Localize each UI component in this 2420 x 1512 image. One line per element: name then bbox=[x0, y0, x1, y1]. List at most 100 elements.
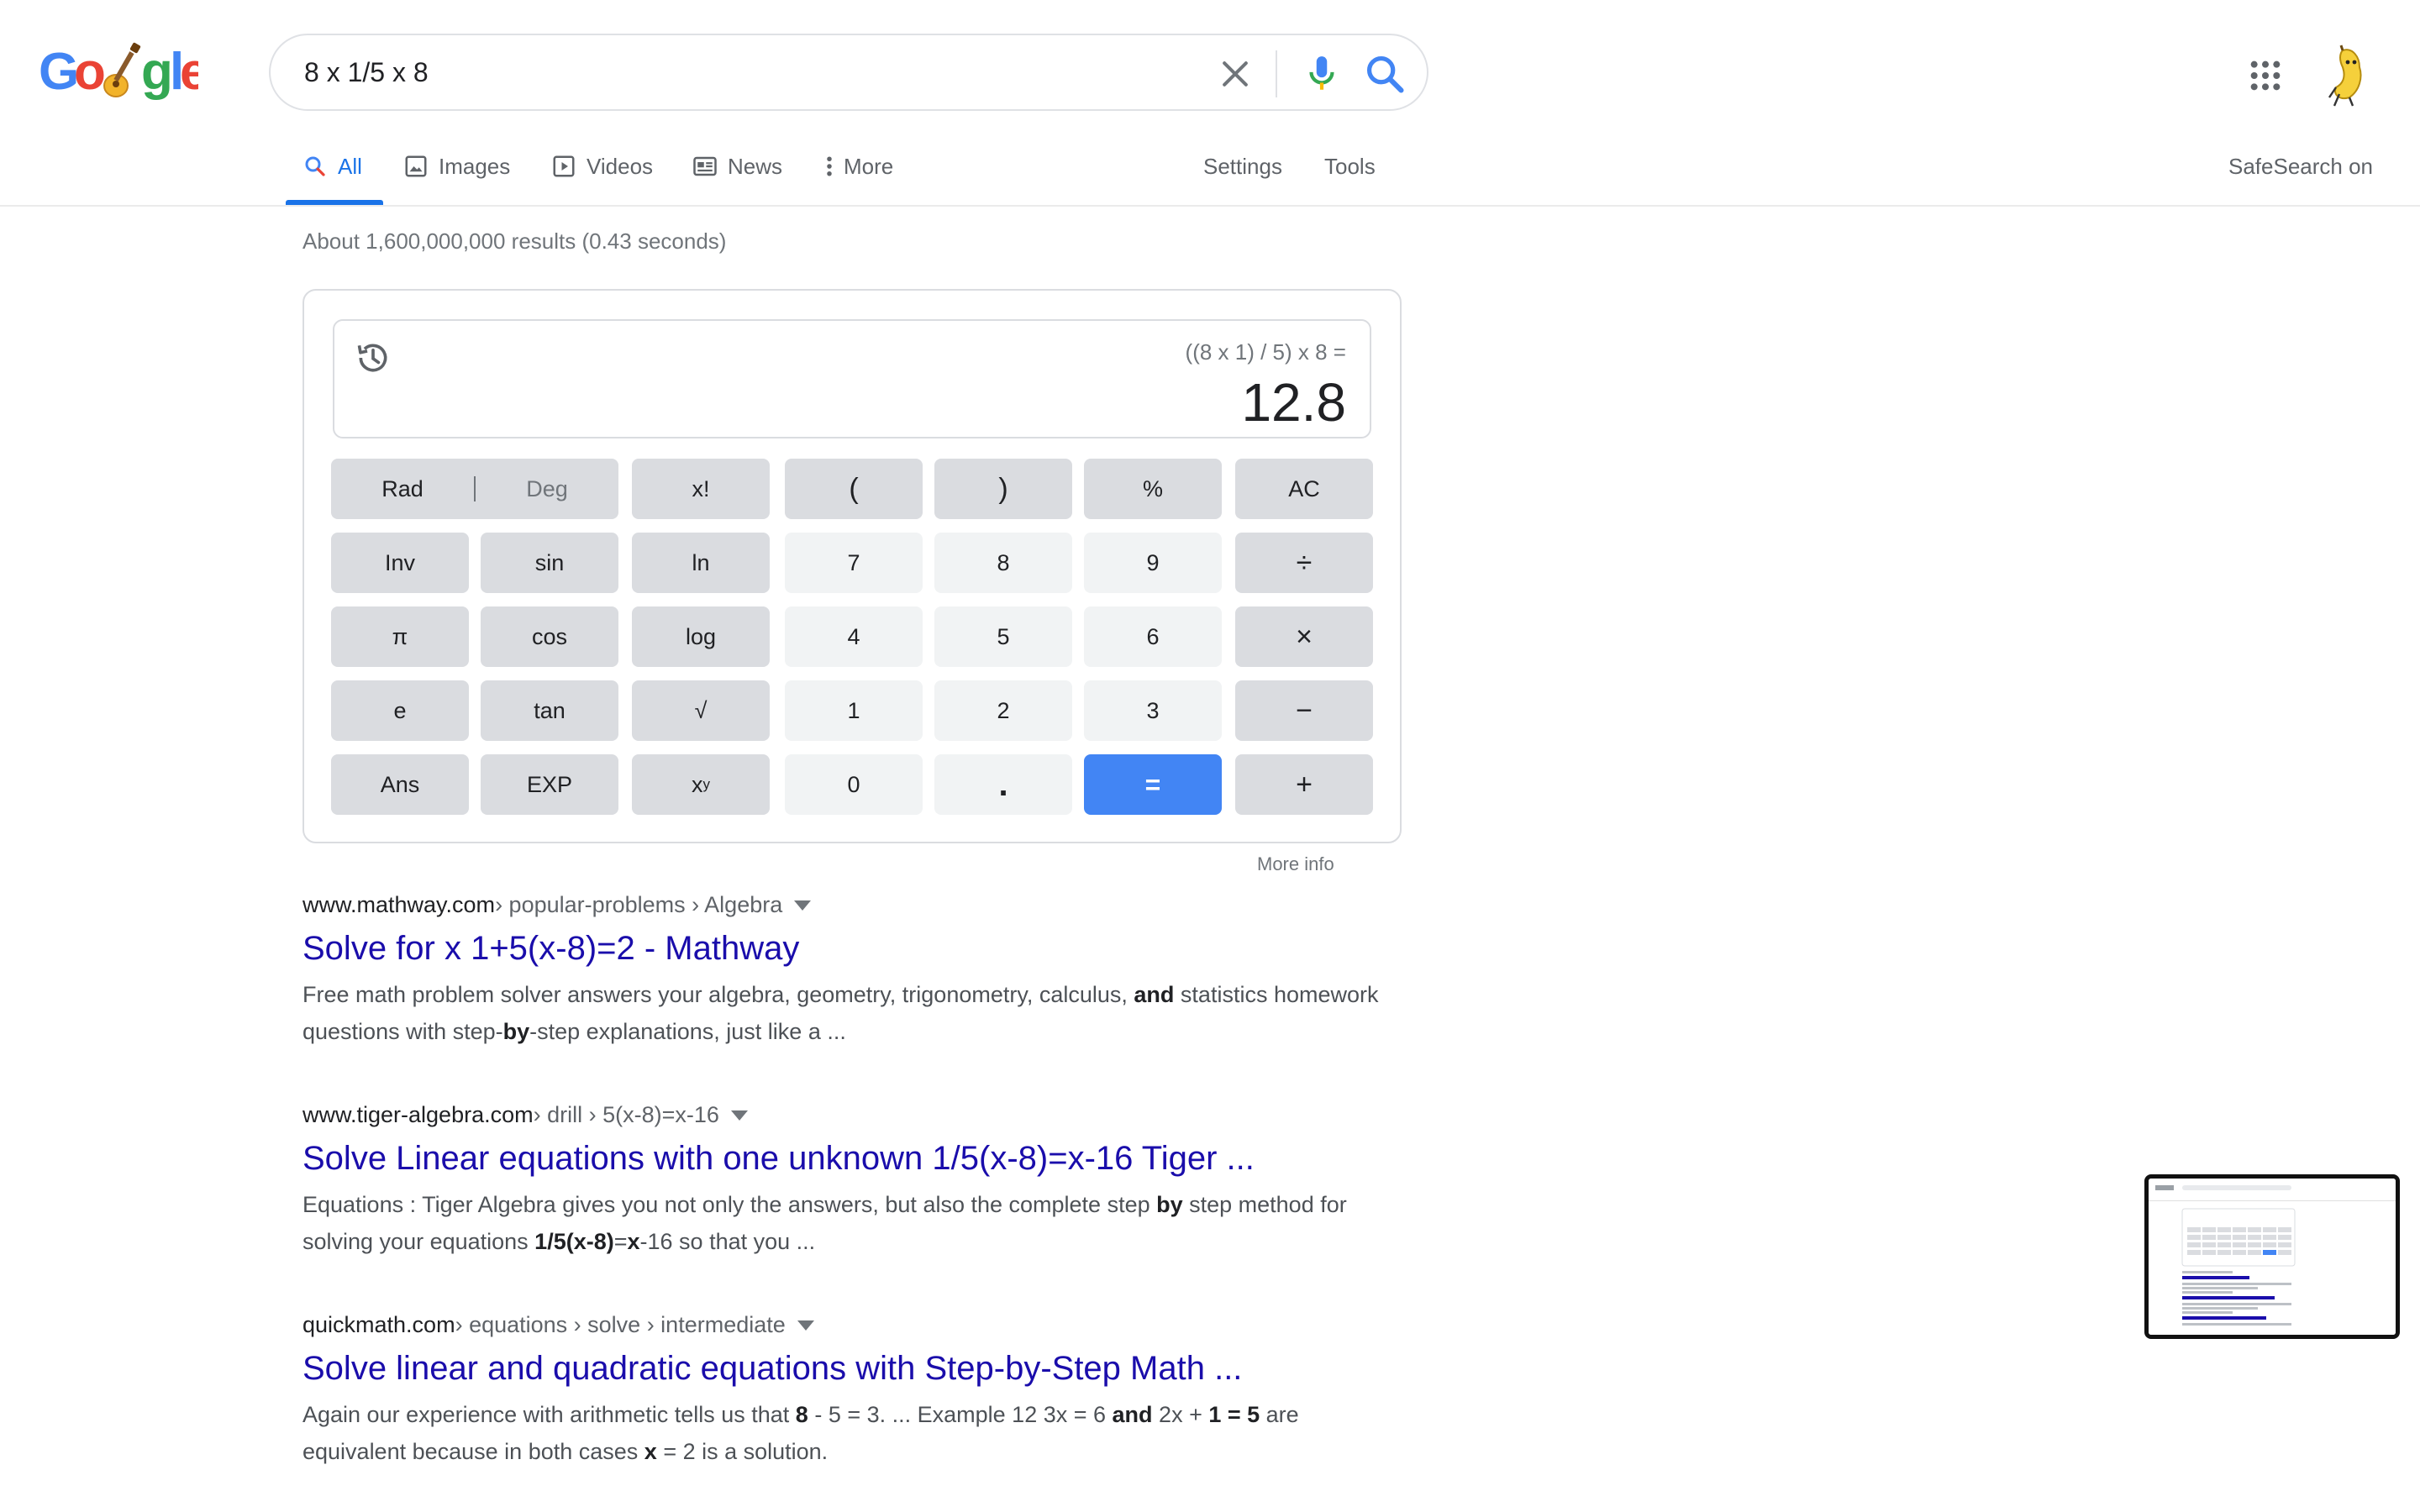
key-e[interactable]: e bbox=[331, 680, 469, 741]
tab-all[interactable]: All bbox=[302, 150, 362, 183]
tab-news[interactable]: News bbox=[692, 150, 782, 183]
snippet-bold-run: 1 = 5 bbox=[1208, 1402, 1260, 1427]
key-open-paren[interactable]: ( bbox=[785, 459, 923, 519]
key-pi[interactable]: π bbox=[331, 606, 469, 667]
key-power[interactable]: xy bbox=[632, 754, 770, 815]
tab-label: Images bbox=[439, 153, 511, 179]
key-exp[interactable]: EXP bbox=[481, 754, 618, 815]
result-title-link[interactable]: Solve for x 1+5(x-8)=2 - Mathway bbox=[302, 930, 1395, 968]
svg-text:o: o bbox=[74, 43, 106, 101]
rad-option[interactable]: Rad bbox=[331, 476, 474, 502]
key-cos[interactable]: cos bbox=[481, 606, 618, 667]
search-box[interactable] bbox=[269, 34, 1428, 111]
key-5[interactable]: 5 bbox=[934, 606, 1072, 667]
result-url[interactable]: www.tiger-algebra.com › drill › 5(x-8)=x… bbox=[302, 1102, 1395, 1128]
snippet-text-run: -step explanations, just like a ... bbox=[529, 1019, 846, 1044]
avatar[interactable] bbox=[2319, 44, 2378, 108]
power-base: x bbox=[692, 771, 703, 797]
result-title-link[interactable]: Solve Linear equations with one unknown … bbox=[302, 1140, 1395, 1178]
result-path: › popular-problems › Algebra bbox=[495, 892, 783, 917]
caret-down-icon[interactable] bbox=[794, 900, 812, 911]
key-7[interactable]: 7 bbox=[785, 533, 923, 593]
deg-option[interactable]: Deg bbox=[476, 476, 618, 502]
key-divide[interactable]: ÷ bbox=[1235, 533, 1373, 593]
key-close-paren[interactable]: ) bbox=[934, 459, 1072, 519]
safesearch-status[interactable]: SafeSearch on bbox=[2228, 150, 2373, 183]
tab-videos[interactable]: Videos bbox=[551, 150, 653, 183]
video-icon bbox=[553, 155, 575, 177]
caret-down-icon[interactable] bbox=[797, 1320, 814, 1331]
snippet-bold-run: and bbox=[1112, 1402, 1153, 1427]
snippet-text-run: -16 so that you ... bbox=[639, 1229, 816, 1254]
history-icon[interactable] bbox=[355, 339, 392, 376]
settings-link[interactable]: Settings bbox=[1203, 150, 1282, 183]
settings-label: Settings bbox=[1203, 153, 1282, 179]
search-input[interactable] bbox=[304, 52, 1144, 92]
tab-images[interactable]: Images bbox=[403, 150, 510, 183]
more-info-link[interactable]: More info bbox=[1257, 853, 1334, 875]
search-divider bbox=[1276, 50, 1277, 97]
key-sqrt[interactable]: √ bbox=[632, 680, 770, 741]
search-icon[interactable] bbox=[1363, 52, 1407, 96]
search-result: www.tiger-algebra.com › drill › 5(x-8)=x… bbox=[302, 1102, 1395, 1260]
tools-link[interactable]: Tools bbox=[1324, 150, 1376, 183]
tab-label: News bbox=[728, 153, 783, 179]
image-icon bbox=[405, 155, 427, 177]
snippet-text-run: Free math problem solver answers your al… bbox=[302, 982, 1134, 1007]
result-url[interactable]: www.mathway.com › popular-problems › Alg… bbox=[302, 892, 1395, 918]
microphone-icon[interactable] bbox=[1301, 52, 1343, 96]
snippet-bold-run: x bbox=[644, 1439, 657, 1464]
google-doodle-logo[interactable]: G o g l e bbox=[39, 42, 198, 101]
result-snippet: Again our experience with arithmetic tel… bbox=[302, 1396, 1395, 1470]
tab-label: All bbox=[338, 153, 362, 179]
svg-text:e: e bbox=[180, 43, 198, 101]
snippet-text-run: - 5 = 3. ... Example 12 3x = 6 bbox=[808, 1402, 1113, 1427]
key-decimal[interactable]: . bbox=[934, 754, 1072, 815]
snippet-text-run: 2x + bbox=[1152, 1402, 1209, 1427]
result-host: quickmath.com bbox=[302, 1312, 455, 1337]
news-icon bbox=[693, 156, 717, 176]
snippet-bold-run: 8 bbox=[795, 1402, 808, 1427]
snippet-bold-run: by bbox=[502, 1019, 530, 1044]
snippet-bold-run: 1/5(x-8) bbox=[534, 1229, 614, 1254]
key-percent[interactable]: % bbox=[1084, 459, 1222, 519]
key-subtract[interactable]: − bbox=[1235, 680, 1373, 741]
snippet-text-run: = bbox=[613, 1229, 628, 1254]
caret-down-icon[interactable] bbox=[730, 1110, 748, 1121]
key-all-clear[interactable]: AC bbox=[1235, 459, 1373, 519]
tab-more[interactable]: More bbox=[823, 150, 893, 183]
result-title-link[interactable]: Solve linear and quadratic equations wit… bbox=[302, 1350, 1395, 1388]
key-6[interactable]: 6 bbox=[1084, 606, 1222, 667]
screenshot-thumbnail[interactable] bbox=[2144, 1174, 2400, 1339]
key-factorial[interactable]: x! bbox=[632, 459, 770, 519]
svg-text:g: g bbox=[141, 43, 173, 101]
key-add[interactable]: + bbox=[1235, 754, 1373, 815]
snippet-bold-run: x bbox=[627, 1229, 640, 1254]
key-equals[interactable]: = bbox=[1084, 754, 1222, 815]
tools-label: Tools bbox=[1324, 153, 1376, 179]
key-8[interactable]: 8 bbox=[934, 533, 1072, 593]
key-3[interactable]: 3 bbox=[1084, 680, 1222, 741]
apps-grid-icon[interactable] bbox=[2249, 59, 2282, 92]
page: { "search": { "query": "8 x 1/5 x 8" }, … bbox=[0, 0, 2420, 1512]
key-ln[interactable]: ln bbox=[632, 533, 770, 593]
snippet-bold-run: and bbox=[1134, 982, 1175, 1007]
key-tan[interactable]: tan bbox=[481, 680, 618, 741]
rad-deg-toggle[interactable]: Rad Deg bbox=[331, 459, 618, 519]
result-stats: About 1,600,000,000 results (0.43 second… bbox=[302, 228, 727, 254]
result-snippet: Equations : Tiger Algebra gives you not … bbox=[302, 1186, 1395, 1260]
calculator-display: ((8 x 1) / 5) x 8 = 12.8 bbox=[333, 319, 1371, 438]
search-result: quickmath.com › equations › solve › inte… bbox=[302, 1312, 1395, 1470]
key-4[interactable]: 4 bbox=[785, 606, 923, 667]
key-answer[interactable]: Ans bbox=[331, 754, 469, 815]
key-log[interactable]: log bbox=[632, 606, 770, 667]
key-2[interactable]: 2 bbox=[934, 680, 1072, 741]
key-multiply[interactable]: × bbox=[1235, 606, 1373, 667]
key-9[interactable]: 9 bbox=[1084, 533, 1222, 593]
key-1[interactable]: 1 bbox=[785, 680, 923, 741]
key-sin[interactable]: sin bbox=[481, 533, 618, 593]
key-inverse[interactable]: Inv bbox=[331, 533, 469, 593]
result-url[interactable]: quickmath.com › equations › solve › inte… bbox=[302, 1312, 1395, 1338]
clear-icon[interactable] bbox=[1217, 55, 1254, 92]
key-0[interactable]: 0 bbox=[785, 754, 923, 815]
